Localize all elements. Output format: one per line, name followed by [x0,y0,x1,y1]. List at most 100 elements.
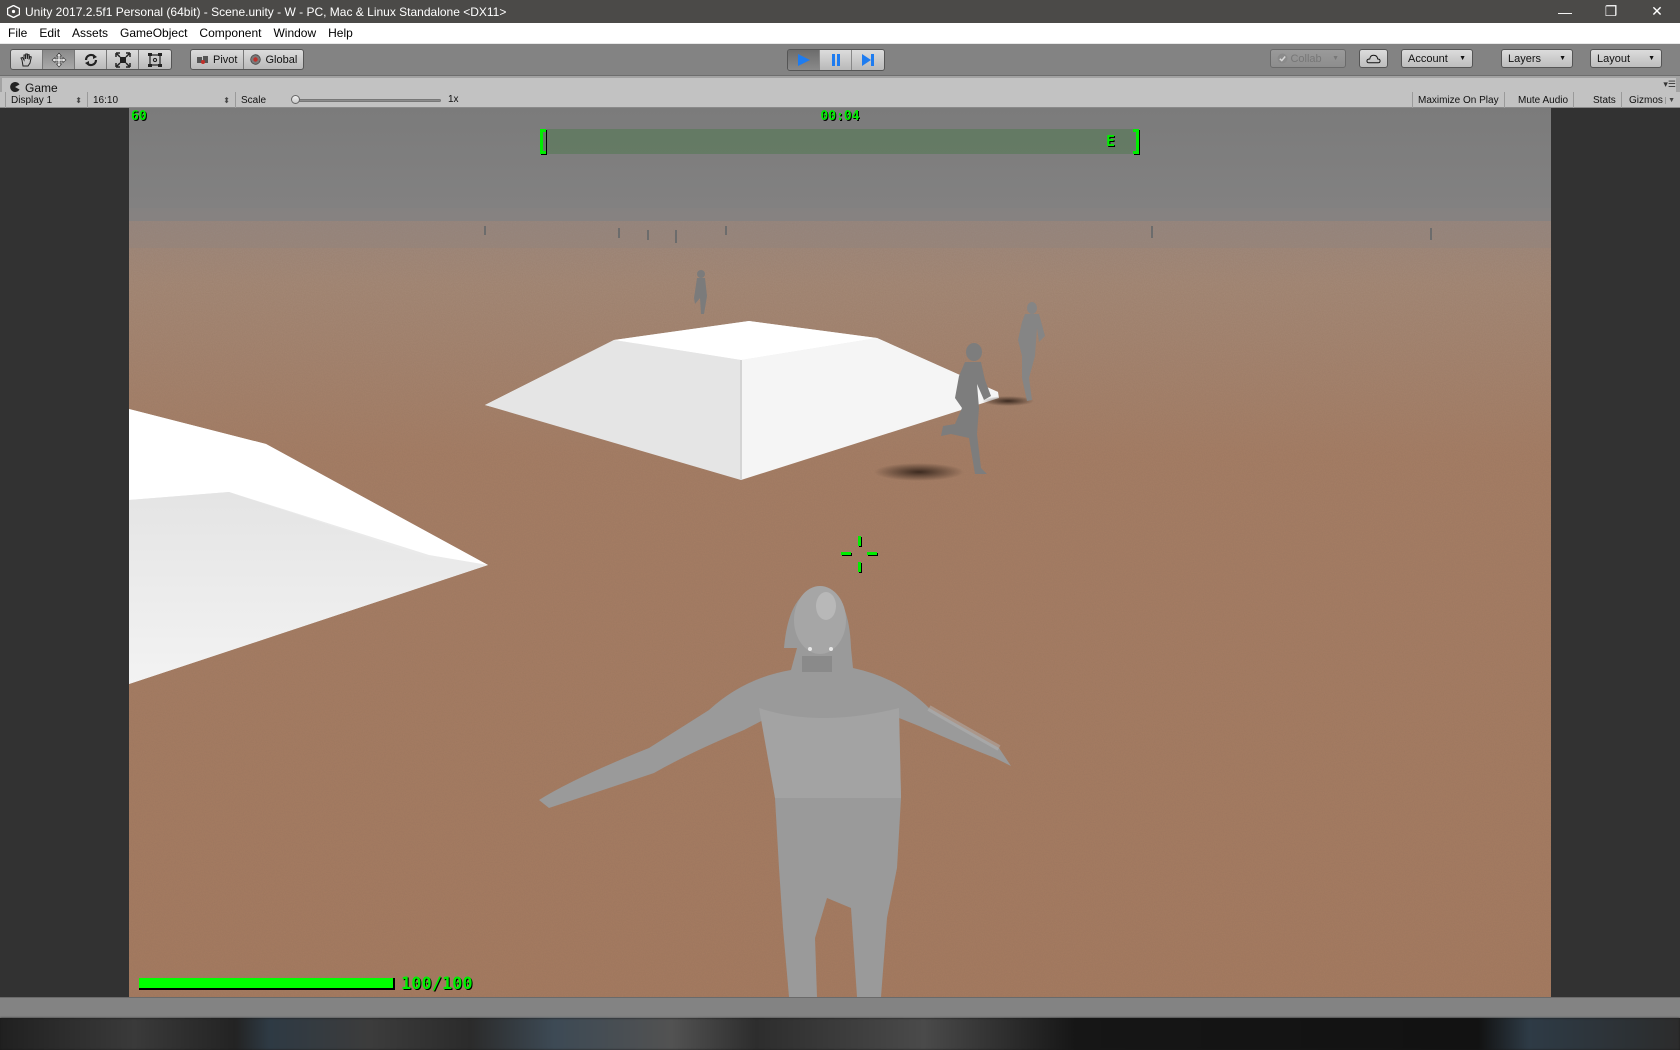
global-label: Global [265,53,298,66]
layers-dropdown[interactable]: Layers ▼ [1501,49,1573,68]
runner-shadow [874,463,964,481]
account-label: Account [1408,52,1448,65]
main-toolbar: Pivot Global Collab ▼ Account ▼ Layers ▼… [0,43,1680,75]
title-bar: Unity 2017.2.5f1 Personal (64bit) - Scen… [0,0,1680,23]
rect-tool-button[interactable] [139,50,171,69]
menu-help[interactable]: Help [322,23,359,43]
chevron-down-icon: ▼ [1648,55,1655,62]
updown-icon: ⬍ [75,95,82,105]
compass-bar: E [540,129,1139,154]
aspect-select[interactable]: 16:10 ⬍ [88,92,236,108]
close-icon: ✕ [1651,3,1663,19]
menu-component[interactable]: Component [193,23,267,43]
chevron-down-icon: ▼ [1665,96,1675,104]
display-label: Display 1 [11,94,53,106]
collab-label: Collab [1290,52,1322,65]
account-dropdown[interactable]: Account ▼ [1401,49,1473,68]
distant-figure [675,230,677,243]
gizmos-label: Gizmos [1629,94,1663,106]
match-timer: 00:04 [820,109,860,124]
restore-button[interactable]: ❐ [1588,0,1634,23]
stats-label: Stats [1593,94,1616,106]
panel-menu-icon[interactable]: ▾☰ [1663,79,1676,90]
rotate-tool-button[interactable] [75,50,107,69]
scale-label: Scale [241,94,267,106]
play-button[interactable] [788,50,820,70]
chevron-down-icon: ▼ [1332,55,1339,62]
playback-controls [787,49,885,71]
maximize-on-play-toggle[interactable]: Maximize On Play [1412,92,1505,108]
game-viewport[interactable]: 60 00:04 E 100/100 [129,108,1551,997]
menu-bar: File Edit Assets GameObject Component Wi… [0,23,1680,43]
aspect-label: 16:10 [93,94,119,106]
distant-figure [647,230,649,240]
move-tool-button[interactable] [43,50,75,69]
maximize-on-play-label: Maximize On Play [1418,94,1499,106]
scale-slider-thumb[interactable] [291,95,300,104]
distant-figure [725,226,727,235]
chevron-down-icon: ▼ [1459,55,1466,62]
crosshair-icon [839,534,879,574]
menu-edit[interactable]: Edit [33,23,66,43]
cloud-icon [1366,54,1381,63]
unity-logo-icon [6,5,20,19]
close-button[interactable]: ✕ [1634,0,1680,23]
health-text: 100/100 [401,974,473,994]
compass-bracket-right [1133,129,1139,154]
distant-figure [1151,226,1153,238]
pause-icon [831,54,840,66]
step-icon [862,54,874,66]
os-taskbar [0,1018,1680,1050]
mute-audio-toggle[interactable]: Mute Audio [1513,92,1575,108]
scale-icon [114,51,131,68]
updown-icon: ⬍ [223,95,230,105]
scale-value: 1x [448,94,459,105]
global-toggle[interactable]: Global [244,50,303,69]
cloud-button[interactable] [1359,49,1388,68]
transform-tools [10,49,172,70]
step-button[interactable] [852,50,884,70]
health-bar [139,978,395,990]
pause-button[interactable] [820,50,852,70]
minimize-button[interactable]: — [1542,0,1588,23]
window-title: Unity 2017.2.5f1 Personal (64bit) - Scen… [25,4,507,19]
pivot-toggle[interactable]: Pivot [191,50,245,69]
status-bar [0,997,1680,1018]
pivot-global-group: Pivot Global [190,49,305,70]
compass-bracket-left [540,129,546,154]
scale-tool-button[interactable] [107,50,139,69]
chevron-down-icon: ▼ [1559,55,1566,62]
runner-shadow [982,396,1034,406]
layout-dropdown[interactable]: Layout ▼ [1590,49,1662,68]
distant-figure [1430,228,1432,240]
minimize-icon: — [1558,3,1572,20]
compass-heading: E [1105,132,1115,150]
sky [129,108,1551,221]
distant-figure [618,228,620,238]
menu-window[interactable]: Window [267,23,322,43]
health-bar-fill [139,978,393,988]
pivot-label: Pivot [213,53,238,66]
distant-figure [484,226,486,235]
hand-icon [19,53,32,66]
layout-label: Layout [1597,52,1631,65]
scale-slider-track[interactable] [293,99,441,102]
menu-file[interactable]: File [0,23,33,43]
menu-assets[interactable]: Assets [66,23,114,43]
hand-tool-button[interactable] [11,50,43,69]
game-view-toolbar: Display 1 ⬍ 16:10 ⬍ Scale 1x Maximize On… [0,92,1680,108]
menu-gameobject[interactable]: GameObject [114,23,193,43]
play-icon [797,54,810,66]
rect-transform-icon [148,52,162,67]
display-select[interactable]: Display 1 ⬍ [5,92,88,108]
globe-icon [250,54,262,65]
restore-icon: ❐ [1604,3,1618,19]
stats-toggle[interactable]: Stats [1588,92,1622,108]
rotate-icon [84,53,97,66]
collab-check-icon [1277,53,1288,64]
mute-audio-label: Mute Audio [1518,94,1569,106]
gizmos-dropdown[interactable]: Gizmos ▼ [1624,92,1680,108]
horizon-haze [129,208,1551,248]
pivot-icon [197,55,208,64]
collab-dropdown[interactable]: Collab ▼ [1270,49,1346,68]
